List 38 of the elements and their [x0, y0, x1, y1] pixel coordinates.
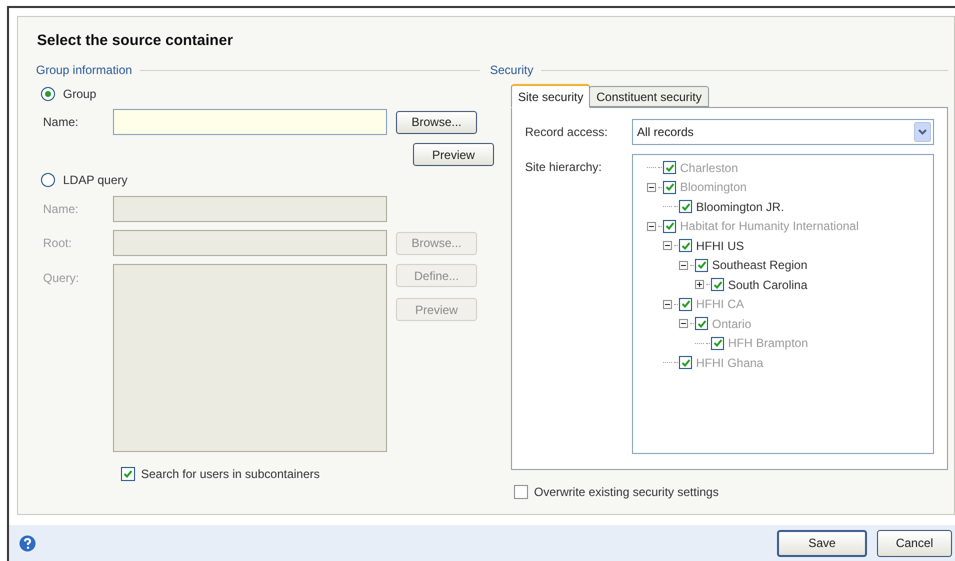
- checkmark-icon: [680, 240, 690, 251]
- tab[interactable]: Site security: [511, 84, 590, 108]
- checkbox[interactable]: [121, 467, 135, 481]
- checkmark-icon: [664, 221, 674, 232]
- dialog-button[interactable]: Save: [777, 530, 867, 556]
- dialog-button[interactable]: Cancel: [877, 530, 952, 556]
- checkmark-icon: [680, 202, 690, 212]
- field-label: Root:: [43, 235, 73, 252]
- tab[interactable]: Constituent security: [589, 86, 709, 107]
- record-access-dropdown[interactable]: All records: [632, 119, 934, 145]
- radio-button[interactable]: [41, 173, 55, 187]
- checkmark-icon: [664, 182, 674, 192]
- name-input-field[interactable]: [113, 109, 387, 135]
- radio-label[interactable]: LDAP query: [63, 171, 128, 189]
- checkmark-icon: [696, 318, 706, 329]
- checkmark-icon: [123, 469, 133, 479]
- checkmark-icon: [712, 280, 722, 290]
- checkmark-icon: [680, 358, 690, 368]
- checkbox-label[interactable]: Search for users in subcontainers: [141, 465, 320, 483]
- section-heading: Group information: [36, 62, 132, 79]
- checkmark-icon: [696, 260, 706, 270]
- checkmark-icon: [712, 338, 722, 348]
- dialog-button[interactable]: Browse...: [396, 110, 477, 134]
- field-label: Name:: [43, 201, 80, 218]
- field-label: Site hierarchy:: [525, 159, 603, 176]
- radio-button[interactable]: [41, 87, 55, 101]
- dialog-button[interactable]: Preview: [413, 143, 494, 166]
- section-heading: Security: [490, 62, 534, 79]
- checkmark-icon: [664, 162, 674, 173]
- field-label: Name:: [43, 114, 80, 131]
- checkbox-label[interactable]: Overwrite existing security settings: [534, 483, 719, 501]
- help-icon[interactable]: [19, 534, 36, 552]
- field-label: Record access:: [525, 124, 609, 141]
- dialog-title: Select the source container: [36, 31, 234, 51]
- checkmark-icon: [680, 299, 690, 310]
- field-label: Query:: [43, 270, 80, 287]
- checkbox[interactable]: [514, 485, 528, 499]
- radio-label[interactable]: Group: [63, 85, 96, 103]
